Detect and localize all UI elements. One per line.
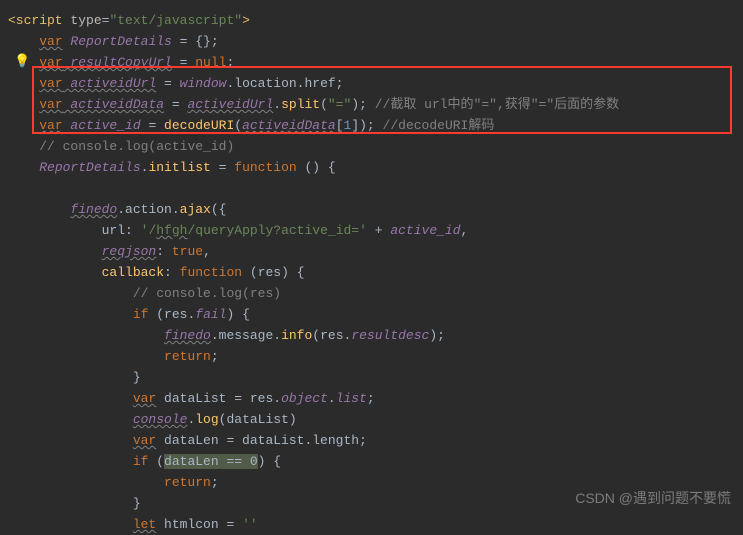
code-line: reqjson: true, [8, 241, 743, 262]
code-line: var activeidUrl = window.location.href; [8, 73, 743, 94]
code-line: var resultCopyUrl = null; [8, 52, 743, 73]
code-line: } [8, 367, 743, 388]
code-line: // console.log(active_id) [8, 136, 743, 157]
code-line: finedo.action.ajax({ [8, 199, 743, 220]
code-line: let htmlcon = '' [8, 514, 743, 535]
code-line: callback: function (res) { [8, 262, 743, 283]
code-editor[interactable]: <script type="text/javascript"> var Repo… [8, 10, 743, 535]
code-line: var dataLen = dataList.length; [8, 430, 743, 451]
code-line: // console.log(res) [8, 283, 743, 304]
code-line: url: '/hfgh/queryApply?active_id=' + act… [8, 220, 743, 241]
watermark: CSDN @遇到问题不要慌 [575, 488, 731, 509]
code-line: return; [8, 346, 743, 367]
code-line: var active_id = decodeURI(activeidData[1… [8, 115, 743, 136]
code-line: var dataList = res.object.list; [8, 388, 743, 409]
lightbulb-icon[interactable]: 💡 [14, 51, 30, 72]
code-line: if (dataLen == 0) { [8, 451, 743, 472]
code-line: console.log(dataList) [8, 409, 743, 430]
code-line: finedo.message.info(res.resultdesc); [8, 325, 743, 346]
code-line: ReportDetails.initlist = function () { [8, 157, 743, 178]
code-line: var ReportDetails = {}; [8, 31, 743, 52]
code-line [8, 178, 743, 199]
code-line: var activeidData = activeidUrl.split("="… [8, 94, 743, 115]
code-line: if (res.fail) { [8, 304, 743, 325]
code-line: <script type="text/javascript"> [8, 10, 743, 31]
